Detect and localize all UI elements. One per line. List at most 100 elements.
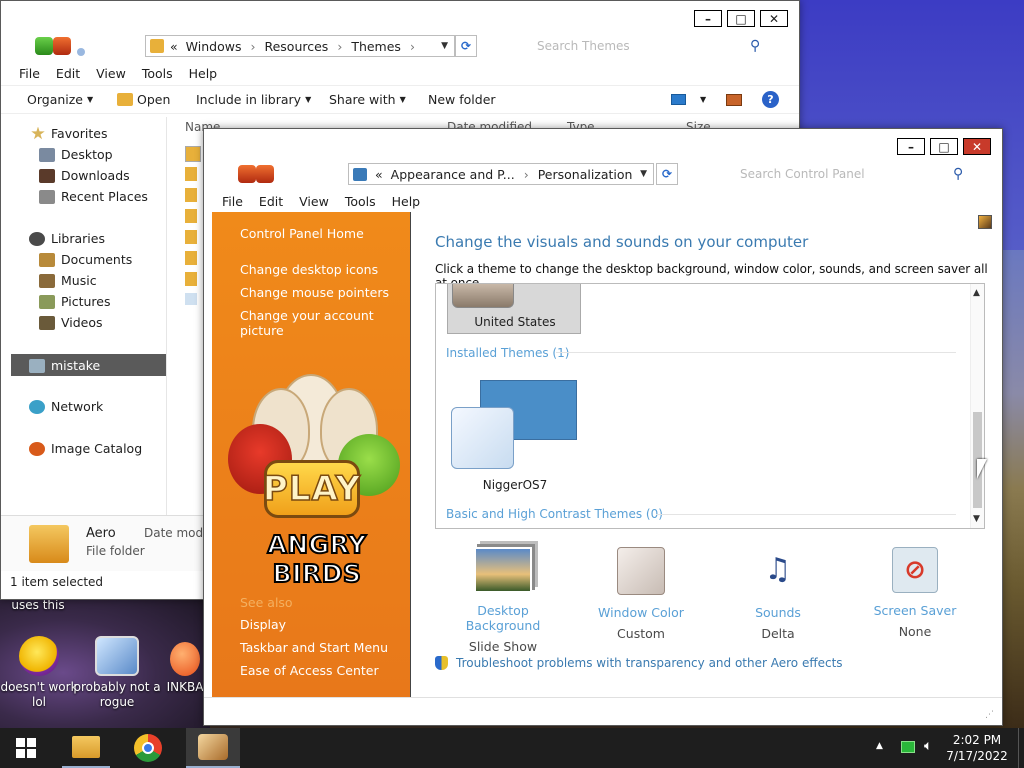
menu-tools[interactable]: Tools (134, 66, 181, 81)
nav-image-catalog[interactable]: Image Catalog (29, 441, 142, 456)
help-icon[interactable]: ? (762, 91, 779, 108)
nav-favorites[interactable]: Favorites (31, 126, 107, 141)
cp-close-button[interactable]: ✕ (963, 138, 991, 155)
explorer-maximize-button[interactable]: □ (727, 10, 755, 27)
sounds-icon: ♫ (764, 552, 792, 587)
breadcrumb-personalization[interactable]: Personalization (538, 167, 633, 182)
volume-icon[interactable]: 🔈︎ (924, 738, 932, 754)
breadcrumb-appearance[interactable]: Appearance and P... (391, 167, 515, 182)
change-mouse-pointers-link[interactable]: Change mouse pointers (240, 285, 389, 300)
explorer-search-input[interactable]: Search Themes (529, 35, 769, 57)
desktop-icon-uses-this[interactable]: uses this (0, 598, 78, 614)
taskbar-start-menu-link[interactable]: Taskbar and Start Menu (240, 640, 388, 655)
theme-gallery-scrollbar[interactable]: ▲ ▼ (970, 284, 984, 528)
new-folder-button[interactable]: New folder (428, 92, 496, 107)
menu-help[interactable]: Help (181, 66, 226, 81)
ease-of-access-link[interactable]: Ease of Access Center (240, 663, 379, 678)
back-arrow-icon[interactable] (35, 37, 53, 55)
system-clock[interactable]: 2:02 PM 7/17/2022 (944, 732, 1010, 764)
file-icon[interactable] (185, 293, 197, 305)
nav-mistake-selected[interactable]: mistake (11, 354, 166, 376)
view-options[interactable]: ▼ (671, 94, 706, 105)
taskbar-control-panel[interactable] (186, 728, 240, 768)
troubleshoot-link[interactable]: Troubleshoot problems with transparency … (435, 656, 843, 670)
desktop-icon-rogue[interactable]: probably not a rogue (72, 636, 162, 710)
nav-downloads[interactable]: Downloads (39, 168, 130, 183)
theme-tile-united-states[interactable]: United States (447, 284, 581, 334)
user-picture-icon[interactable] (978, 215, 992, 229)
refresh-icon[interactable]: ⟳ (656, 163, 678, 185)
folder-icon[interactable] (185, 209, 197, 223)
cp-minimize-button[interactable]: – (897, 138, 925, 155)
start-button[interactable] (2, 728, 50, 768)
network-status-icon[interactable] (901, 741, 915, 753)
angry-birds-ad[interactable]: PLAY ANGRY BIRDS (224, 374, 404, 589)
menu-view[interactable]: View (291, 194, 337, 209)
menu-view[interactable]: View (88, 66, 134, 81)
nav-videos[interactable]: Videos (39, 315, 103, 330)
theme-tile-installed[interactable]: NiggerOS7 (450, 380, 580, 492)
menu-file[interactable]: File (11, 66, 48, 81)
organize-button[interactable]: Organize ▼ (27, 92, 93, 107)
resize-grip-icon[interactable]: ⋰ (985, 710, 994, 720)
menu-edit[interactable]: Edit (251, 194, 291, 209)
share-with-button[interactable]: Share with ▼ (329, 92, 406, 107)
explorer-address-bar[interactable]: « Windows › Resources › Themes › ▼ (145, 35, 455, 57)
nav-recent-places[interactable]: Recent Places (39, 189, 148, 204)
menu-file[interactable]: File (214, 194, 251, 209)
nav-libraries[interactable]: Libraries (29, 231, 105, 246)
sounds-item[interactable]: ♫ Sounds Delta (713, 547, 843, 641)
nav-network[interactable]: Network (29, 399, 103, 414)
preview-pane-icon[interactable] (726, 94, 742, 106)
forward-arrow-icon[interactable] (256, 165, 274, 183)
breadcrumb-overflow[interactable]: « (375, 167, 383, 182)
search-icon[interactable]: ⚲ (953, 166, 963, 182)
folder-icon[interactable] (185, 230, 197, 244)
play-badge[interactable]: PLAY (262, 460, 361, 518)
change-desktop-icons-link[interactable]: Change desktop icons (240, 262, 378, 277)
control-panel-home-link[interactable]: Control Panel Home (240, 226, 364, 241)
refresh-icon[interactable]: ⟳ (455, 35, 477, 57)
explorer-close-button[interactable]: ✕ (760, 10, 788, 27)
cp-search-input[interactable]: Search Control Panel (732, 163, 972, 185)
folder-icon[interactable] (185, 146, 201, 162)
desktop-background-item[interactable]: Desktop Background Slide Show (438, 547, 568, 654)
search-icon[interactable]: ⚲ (750, 38, 760, 54)
address-dropdown-icon[interactable]: ▼ (640, 169, 647, 179)
folder-icon[interactable] (185, 167, 197, 181)
taskbar-chrome[interactable] (124, 728, 172, 768)
show-desktop-button[interactable] (1018, 728, 1024, 768)
breadcrumb-themes[interactable]: Themes (351, 39, 401, 54)
desktop-icon-yahoo[interactable]: doesn't work lol (0, 636, 83, 710)
breadcrumb-windows[interactable]: Windows (186, 39, 242, 54)
cp-address-bar[interactable]: « Appearance and P... › Personalization ▼ (348, 163, 654, 185)
include-in-library-button[interactable]: Include in library ▼ (196, 92, 311, 107)
menu-help[interactable]: Help (384, 194, 429, 209)
breadcrumb-resources[interactable]: Resources (264, 39, 328, 54)
display-link[interactable]: Display (240, 617, 286, 632)
cp-maximize-button[interactable]: □ (930, 138, 958, 155)
folder-icon[interactable] (185, 188, 197, 202)
menu-edit[interactable]: Edit (48, 66, 88, 81)
explorer-minimize-button[interactable]: – (694, 10, 722, 27)
folder-icon[interactable] (185, 272, 197, 286)
window-color-item[interactable]: Window Color Custom (576, 547, 706, 641)
screen-saver-item[interactable]: ⊘ Screen Saver None (850, 547, 980, 639)
nav-desktop[interactable]: Desktop (39, 147, 113, 162)
change-account-picture-link[interactable]: Change your account picture (240, 308, 410, 338)
nav-pictures[interactable]: Pictures (39, 294, 111, 309)
folder-icon[interactable] (185, 251, 197, 265)
nav-documents[interactable]: Documents (39, 252, 132, 267)
menu-tools[interactable]: Tools (337, 194, 384, 209)
nav-music[interactable]: Music (39, 273, 97, 288)
open-button[interactable]: Open (117, 92, 170, 107)
taskbar-explorer[interactable] (62, 728, 110, 768)
back-arrow-icon[interactable] (238, 165, 256, 183)
breadcrumb-overflow[interactable]: « (170, 39, 178, 54)
scroll-down-icon[interactable]: ▼ (973, 514, 980, 524)
show-hidden-icons-icon[interactable]: ▲ (876, 741, 883, 751)
recent-pages-icon[interactable] (76, 47, 85, 56)
scroll-up-icon[interactable]: ▲ (973, 288, 980, 298)
forward-arrow-icon[interactable] (53, 37, 71, 55)
address-dropdown-icon[interactable]: ▼ (441, 41, 448, 51)
